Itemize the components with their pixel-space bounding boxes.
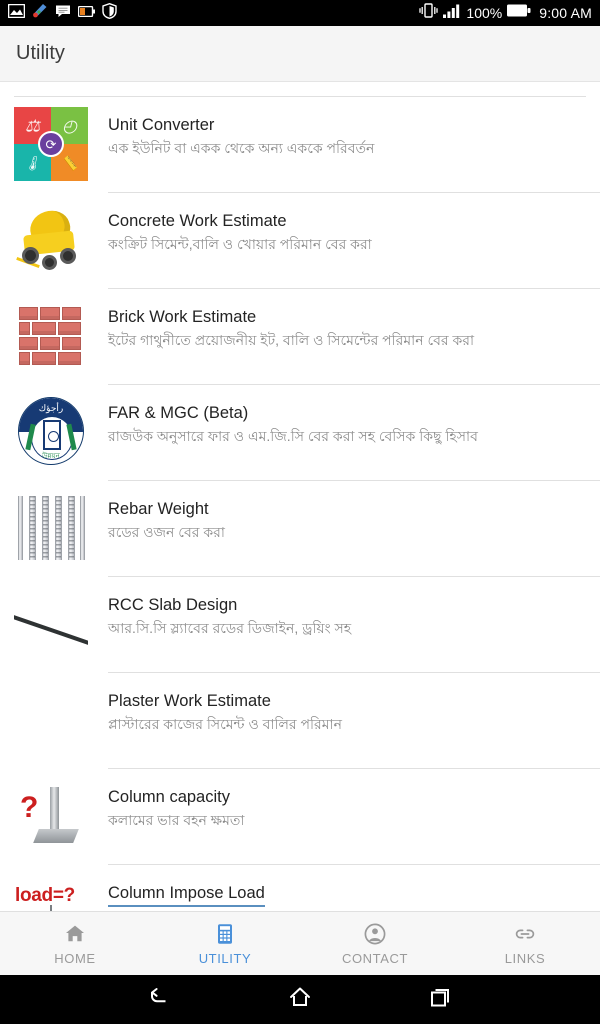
list-item-title: Plaster Work Estimate: [108, 692, 271, 710]
nav-label: HOME: [54, 950, 96, 966]
list-item-rebar-weight[interactable]: Rebar Weight রডের ওজন বের করা: [0, 481, 600, 577]
emblem-top-text: رأجؤك: [38, 403, 64, 413]
list-item-text: Brick Work Estimate ইটের গাথুনীতে প্রয়ো…: [108, 289, 600, 385]
list-item-title: Brick Work Estimate: [108, 308, 257, 326]
list-item-subtitle: রাজউক অনুসারে ফার ও এম.জি.সি বের করা সহ …: [108, 427, 478, 444]
thermometer-glyph: 🌡: [23, 154, 42, 171]
gauge-glyph: ◴: [62, 116, 77, 135]
app-bar: Utility: [0, 26, 600, 82]
android-system-bar[interactable]: [0, 975, 600, 1024]
clock-label: 9:00 AM: [539, 5, 592, 21]
gallery-icon: [7, 3, 26, 23]
list-item-title: Column capacity: [108, 788, 230, 806]
list-item-subtitle: এক ইউনিট বা একক থেকে অন্য এককে পরিবর্তন: [108, 139, 375, 156]
plaster-texture-icon: [14, 683, 88, 757]
recents-icon[interactable]: [426, 985, 454, 1014]
list-item-text: Plaster Work Estimate প্লাস্টারের কাজের …: [108, 673, 600, 769]
list-item-subtitle: কলামের ভার বহন ক্ষমতা: [108, 811, 245, 828]
list-item-title: Rebar Weight: [108, 500, 209, 518]
message-icon: [55, 4, 71, 23]
list-item-title: Unit Converter: [108, 116, 215, 134]
nav-item-contact[interactable]: CONTACT: [300, 922, 450, 966]
list-item-text: Column capacity কলামের ভার বহন ক্ষমতা: [108, 769, 600, 865]
list-item-subtitle: রডের ওজন বের করা: [108, 523, 225, 540]
convert-refresh-glyph: ⟳: [38, 131, 64, 157]
phone-screen: 100% 9:00 AM Utility ⚖ ◴ 🌡 📏 ⟳ Unit Conv…: [0, 0, 600, 1024]
question-mark-glyph: ?: [20, 791, 39, 824]
concrete-mixer-icon: [14, 203, 88, 277]
brick-wall-icon: [14, 299, 88, 373]
nav-label: CONTACT: [341, 950, 409, 966]
nav-item-utility[interactable]: UTILITY: [150, 922, 300, 966]
list-item-subtitle: প্লাস্টারের কাজের সিমেন্ট ও বালির পরিমান: [108, 715, 342, 732]
status-bar-right: 100% 9:00 AM: [419, 3, 592, 23]
account-circle-icon: [363, 922, 387, 946]
list-item-unit-converter[interactable]: ⚖ ◴ 🌡 📏 ⟳ Unit Converter এক ইউনিট বা একক…: [0, 97, 600, 193]
column-capacity-icon: ?: [14, 779, 88, 853]
list-item-title: FAR & MGC (Beta): [108, 404, 249, 422]
list-item-far-and-mgc[interactable]: رأجؤك উন্নয়ন FAR & MGC (Beta) রাজউক অনু…: [0, 385, 600, 481]
battery-full-icon: [507, 4, 531, 22]
list-item-brick-work-estimate[interactable]: Brick Work Estimate ইটের গাথুনীতে প্রয়ো…: [0, 289, 600, 385]
list-item-text: Rebar Weight রডের ওজন বের করা: [108, 481, 600, 577]
rcc-slab-mesh-icon: [14, 587, 88, 661]
link-chain-icon: [513, 922, 537, 946]
status-bar-left-icons: [7, 2, 117, 24]
back-icon[interactable]: [146, 985, 174, 1014]
security-shield-icon: [102, 2, 117, 24]
list-item-text: Unit Converter এক ইউনিট বা একক থেকে অন্য…: [108, 97, 600, 193]
ruler-glyph: 📏: [60, 154, 79, 171]
nav-label: UTILITY: [198, 950, 252, 966]
battery-percent-label: 100%: [466, 5, 503, 21]
nav-item-links[interactable]: LINKS: [450, 922, 600, 966]
load-label-glyph: load=?: [15, 885, 75, 906]
nav-item-home[interactable]: HOME: [0, 922, 150, 966]
unit-converter-icon: ⚖ ◴ 🌡 📏 ⟳: [14, 107, 88, 181]
list-item-subtitle: ইটের গাথুনীতে প্রয়োজনীয় ইট, বালি ও সিম…: [108, 331, 475, 348]
signal-bars-icon: [443, 4, 461, 23]
list-item-text: RCC Slab Design আর.সি.সি স্ল্যাবের রডের …: [108, 577, 600, 673]
list-item-title: RCC Slab Design: [108, 596, 238, 614]
calculator-icon: [213, 922, 237, 946]
list-item-subtitle: কংক্রিট সিমেন্ট,বালি ও খোয়ার পরিমান বের…: [108, 235, 372, 252]
home-outline-icon[interactable]: [286, 985, 314, 1014]
utility-list[interactable]: ⚖ ◴ 🌡 📏 ⟳ Unit Converter এক ইউনিট বা একক…: [0, 82, 600, 1024]
weight-glyph: ⚖: [24, 116, 41, 135]
bottom-navigation[interactable]: HOME UTILITY CONTACT LINKS: [0, 911, 600, 975]
cleaner-icon: [32, 3, 48, 23]
vibrate-icon: [419, 3, 439, 23]
status-bar: 100% 9:00 AM: [0, 0, 600, 26]
list-item-subtitle: আর.সি.সি স্ল্যাবের রডের ডিজাইন, ড্রয়িং …: [108, 619, 352, 636]
rajuk-emblem-icon: رأجؤك উন্নয়ন: [14, 395, 88, 469]
list-item-text: Concrete Work Estimate কংক্রিট সিমেন্ট,ব…: [108, 193, 600, 289]
rebar-bars-icon: [14, 491, 88, 565]
list-item-column-capacity[interactable]: ? Column capacity কলামের ভার বহন ক্ষমতা: [0, 769, 600, 865]
emblem-bottom-text: উন্নয়ন: [42, 453, 60, 460]
list-item-rcc-slab-design[interactable]: RCC Slab Design আর.সি.সি স্ল্যাবের রডের …: [0, 577, 600, 673]
low-battery-icon: [77, 4, 95, 22]
nav-label: LINKS: [504, 950, 546, 966]
page-title: Utility: [16, 42, 65, 64]
list-item-text: FAR & MGC (Beta) রাজউক অনুসারে ফার ও এম.…: [108, 385, 600, 481]
list-item-title: Column Impose Load: [108, 883, 586, 907]
home-icon: [63, 922, 87, 946]
list-item-title: Concrete Work Estimate: [108, 212, 287, 230]
list-item-plaster-work-estimate[interactable]: Plaster Work Estimate প্লাস্টারের কাজের …: [0, 673, 600, 769]
list-item-concrete-work-estimate[interactable]: Concrete Work Estimate কংক্রিট সিমেন্ট,ব…: [0, 193, 600, 289]
